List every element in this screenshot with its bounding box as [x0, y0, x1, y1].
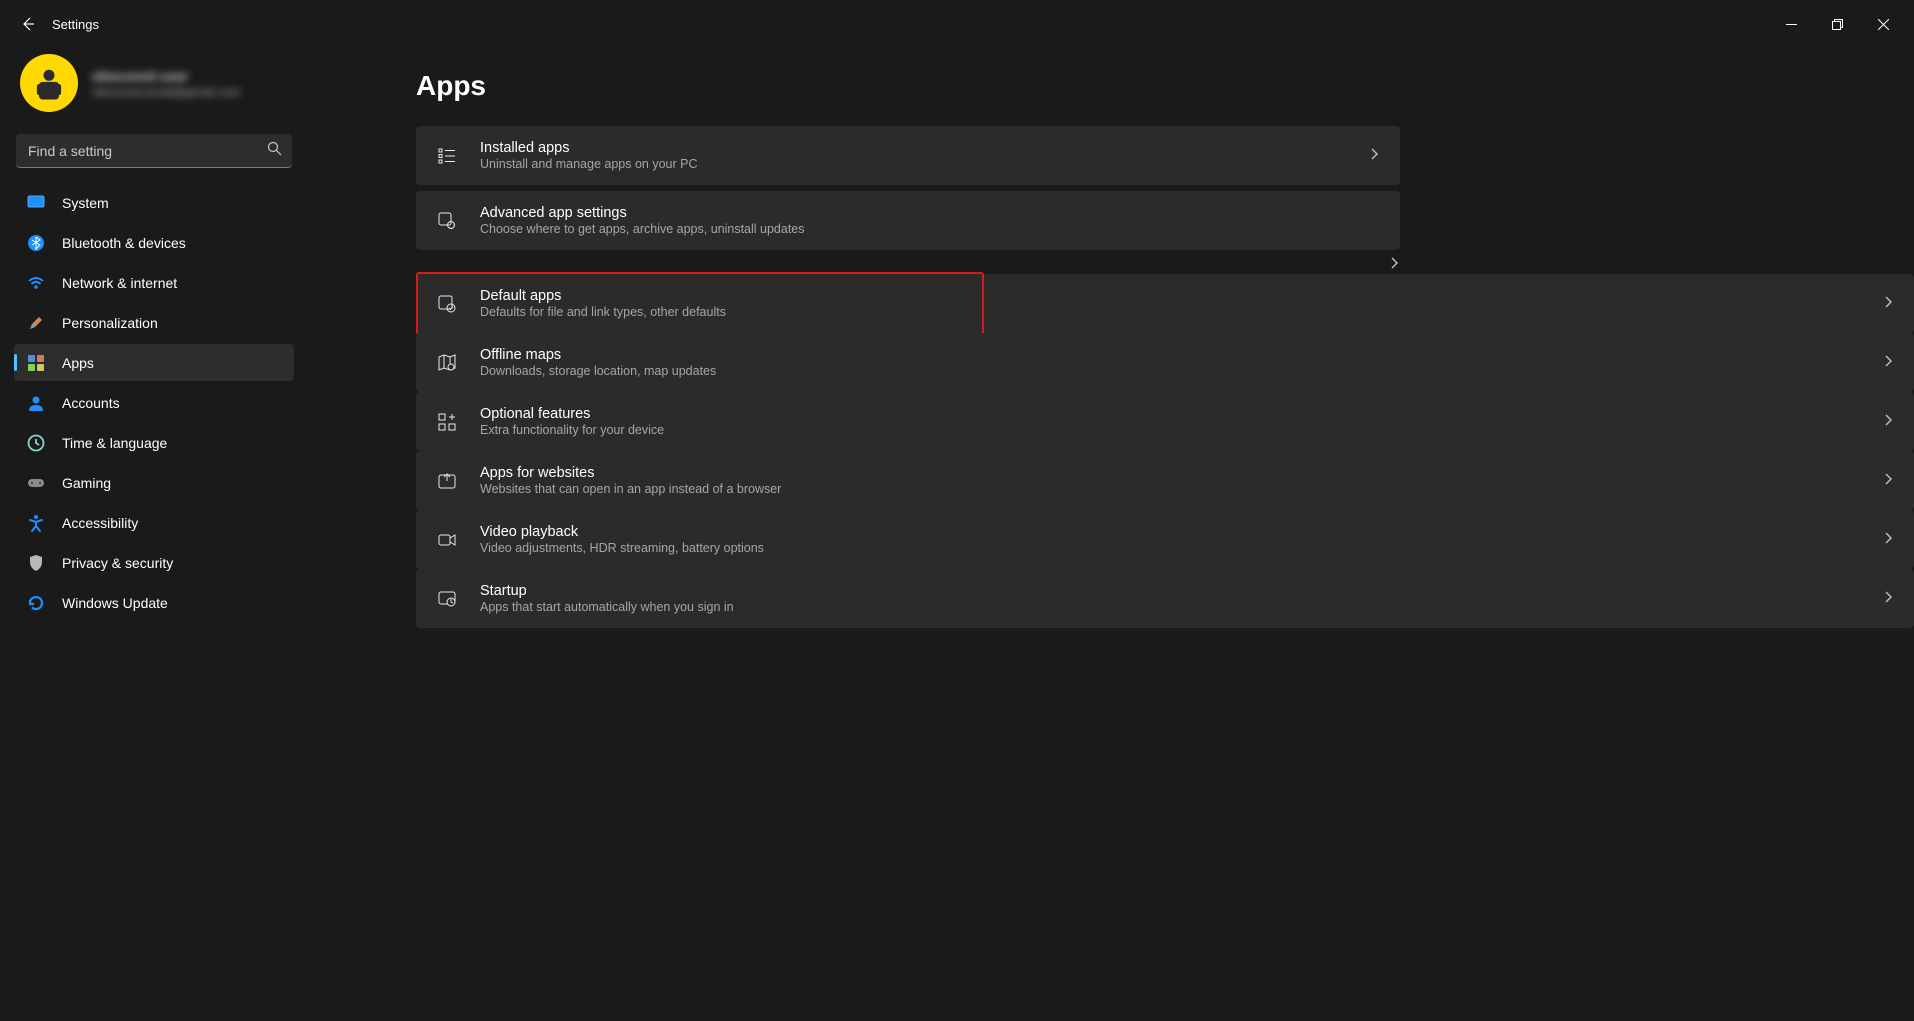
- card-installed-apps[interactable]: Installed apps Uninstall and manage apps…: [416, 126, 1400, 185]
- card-title: Startup: [480, 583, 734, 599]
- nav-label: Apps: [62, 355, 94, 371]
- card-title: Offline maps: [480, 347, 716, 363]
- nav-update[interactable]: Windows Update: [14, 584, 294, 621]
- card-title: Video playback: [480, 524, 764, 540]
- startup-icon: [436, 588, 458, 610]
- system-icon: [26, 193, 46, 213]
- card-subtitle: Downloads, storage location, map updates: [480, 364, 716, 378]
- main-content: Apps Installed apps Uninstall and manage…: [308, 48, 1914, 1021]
- chevron-right-icon: [1882, 590, 1894, 608]
- chevron-right-icon: [1388, 256, 1400, 274]
- nav-network[interactable]: Network & internet: [14, 264, 294, 301]
- card-advanced-app-settings[interactable]: Advanced app settings Choose where to ge…: [416, 191, 1400, 250]
- person-icon: [26, 393, 46, 413]
- nav-label: Time & language: [62, 435, 167, 451]
- card-apps-for-websites[interactable]: Apps for websites Websites that can open…: [416, 451, 1914, 510]
- search-box: [16, 134, 292, 168]
- card-title: Advanced app settings: [480, 205, 805, 221]
- nav-time[interactable]: Time & language: [14, 424, 294, 461]
- nav-label: Personalization: [62, 315, 158, 331]
- nav-label: Accounts: [62, 395, 120, 411]
- profile[interactable]: obscured user obscured.email@gmail.com: [14, 48, 294, 130]
- nav-accessibility[interactable]: Accessibility: [14, 504, 294, 541]
- nav-gaming[interactable]: Gaming: [14, 464, 294, 501]
- list-icon: [436, 145, 458, 167]
- minimize-button[interactable]: [1768, 8, 1814, 40]
- back-button[interactable]: [8, 4, 48, 44]
- card-offline-maps[interactable]: Offline maps Downloads, storage location…: [416, 333, 1914, 392]
- wifi-icon: [26, 273, 46, 293]
- page-title: Apps: [416, 70, 1914, 102]
- sidebar: obscured user obscured.email@gmail.com S…: [0, 48, 308, 1021]
- nav-personalization[interactable]: Personalization: [14, 304, 294, 341]
- card-subtitle: Websites that can open in an app instead…: [480, 482, 781, 496]
- card-subtitle: Defaults for file and link types, other …: [480, 305, 726, 319]
- chevron-right-icon: [1882, 531, 1894, 549]
- card-subtitle: Choose where to get apps, archive apps, …: [480, 222, 805, 236]
- nav-privacy[interactable]: Privacy & security: [14, 544, 294, 581]
- map-icon: [436, 352, 458, 374]
- accessibility-icon: [26, 513, 46, 533]
- gamepad-icon: [26, 473, 46, 493]
- search-input[interactable]: [16, 134, 292, 168]
- window-title: Settings: [52, 17, 99, 32]
- share-icon: [436, 470, 458, 492]
- card-subtitle: Video adjustments, HDR streaming, batter…: [480, 541, 764, 555]
- card-subtitle: Apps that start automatically when you s…: [480, 600, 734, 614]
- chevron-right-icon: [1882, 472, 1894, 490]
- avatar: [20, 54, 78, 112]
- chevron-right-icon: [1882, 413, 1894, 431]
- nav-label: Bluetooth & devices: [62, 235, 186, 251]
- nav-accounts[interactable]: Accounts: [14, 384, 294, 421]
- card-optional-features[interactable]: Optional features Extra functionality fo…: [416, 392, 1914, 451]
- card-startup[interactable]: Startup Apps that start automatically wh…: [416, 569, 1914, 628]
- nav-list: System Bluetooth & devices Network & int…: [14, 184, 294, 621]
- window-controls: [1768, 8, 1906, 40]
- profile-email: obscured.email@gmail.com: [92, 85, 240, 99]
- card-title: Optional features: [480, 406, 664, 422]
- nav-label: Network & internet: [62, 275, 177, 291]
- settings-cards: Installed apps Uninstall and manage apps…: [416, 126, 1400, 274]
- nav-system[interactable]: System: [14, 184, 294, 221]
- titlebar: Settings: [0, 0, 1914, 48]
- bluetooth-icon: [26, 233, 46, 253]
- shield-icon: [26, 553, 46, 573]
- grid-plus-icon: [436, 411, 458, 433]
- paintbrush-icon: [26, 313, 46, 333]
- nav-label: Windows Update: [62, 595, 168, 611]
- nav-label: Accessibility: [62, 515, 138, 531]
- card-title: Default apps: [480, 288, 726, 304]
- chevron-right-icon: [1882, 295, 1894, 313]
- chevron-right-icon: [1882, 354, 1894, 372]
- card-default-apps[interactable]: Default apps Defaults for file and link …: [416, 274, 1914, 333]
- card-title: Installed apps: [480, 140, 698, 156]
- card-subtitle: Uninstall and manage apps on your PC: [480, 157, 698, 171]
- video-icon: [436, 529, 458, 551]
- nav-bluetooth[interactable]: Bluetooth & devices: [14, 224, 294, 261]
- clock-icon: [26, 433, 46, 453]
- nav-label: Gaming: [62, 475, 111, 491]
- nav-apps[interactable]: Apps: [14, 344, 294, 381]
- profile-name: obscured user: [92, 68, 240, 84]
- update-icon: [26, 593, 46, 613]
- card-title: Apps for websites: [480, 465, 781, 481]
- close-button[interactable]: [1860, 8, 1906, 40]
- apps-icon: [26, 353, 46, 373]
- nav-label: System: [62, 195, 109, 211]
- card-video-playback[interactable]: Video playback Video adjustments, HDR st…: [416, 510, 1914, 569]
- nav-label: Privacy & security: [62, 555, 173, 571]
- default-apps-icon: [436, 293, 458, 315]
- chevron-right-icon: [1368, 147, 1380, 165]
- maximize-button[interactable]: [1814, 8, 1860, 40]
- app-gear-icon: [436, 210, 458, 232]
- card-subtitle: Extra functionality for your device: [480, 423, 664, 437]
